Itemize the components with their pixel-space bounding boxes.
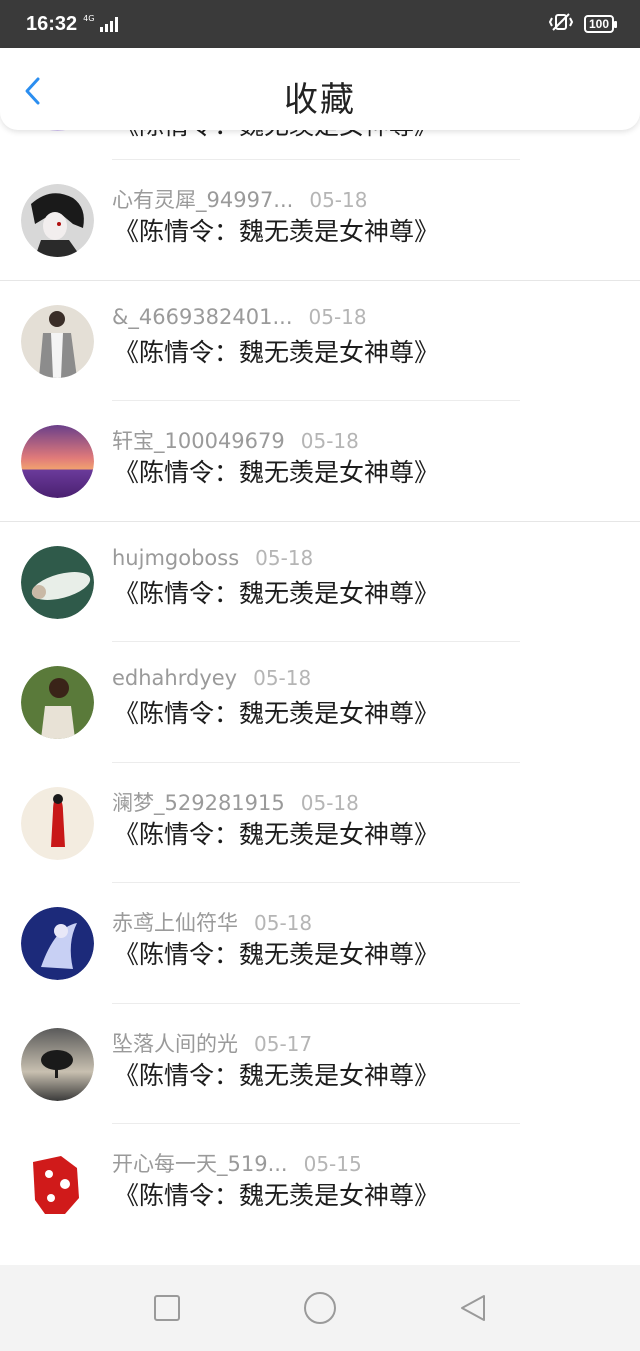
item-meta: 轩宝_100049679 05-18 — [112, 425, 359, 455]
avatar — [21, 786, 94, 860]
list-item[interactable]: 坠落人间的光 05-17 《陈情令：魏无羡是女神尊》 — [0, 1004, 640, 1124]
avatar — [21, 1027, 94, 1101]
item-meta: edhahrdyey 05-18 — [112, 666, 311, 690]
post-title: 《陈情令：魏无羡是女神尊》 — [114, 337, 440, 367]
item-meta: hujmgoboss 05-18 — [112, 546, 313, 570]
username[interactable]: 赤鸢上仙符华 — [112, 911, 238, 935]
square-icon — [153, 1295, 180, 1321]
date: 05-18 — [253, 666, 312, 690]
username[interactable]: hujmgoboss — [112, 546, 239, 570]
circle-icon — [303, 1292, 336, 1324]
post-title: 《陈情令：魏无羡是女神尊》 — [114, 217, 440, 246]
network-type: 4G — [83, 14, 95, 23]
post-title: 《陈情令：魏无羡是女神尊》 — [114, 819, 440, 849]
avatar — [21, 907, 94, 980]
username[interactable]: 坠落人间的光 — [112, 1032, 238, 1056]
app-header: 收藏 — [0, 48, 640, 130]
recents-button[interactable] — [147, 1288, 187, 1328]
item-meta: &_4669382401... 05-18 — [112, 305, 367, 329]
date: 05-18 — [255, 545, 314, 570]
username[interactable]: 澜梦_529281915 — [112, 791, 285, 815]
avatar — [21, 1148, 94, 1221]
status-left: 16:32 4G — [26, 12, 119, 36]
date: 05-18 — [309, 188, 368, 212]
post-title: 《陈情令：魏无羡是女神尊》 — [114, 578, 440, 608]
avatar — [21, 545, 94, 619]
post-title: 《陈情令：魏无羡是女神尊》 — [114, 458, 440, 487]
list-item[interactable]: &_4669382401... 05-18 《陈情令：魏无羡是女神尊》 — [0, 281, 640, 401]
date: 05-15 — [303, 1152, 362, 1176]
status-time: 16:32 — [26, 12, 78, 35]
username[interactable]: &_4669382401... — [112, 305, 293, 329]
item-meta: 赤鸢上仙符华 05-18 — [112, 907, 312, 937]
list-item[interactable]: 开心每一天_519... 05-15 《陈情令：魏无羡是女神尊》 — [0, 1124, 640, 1245]
date: 05-18 — [300, 429, 359, 453]
username[interactable]: edhahrdyey — [112, 666, 237, 690]
post-title: 《陈情令：魏无羡是女神尊》 — [114, 1060, 440, 1090]
item-meta: 坠落人间的光 05-17 — [112, 1028, 312, 1058]
post-title: 《陈情令：魏无羡是女神尊》 — [114, 699, 440, 728]
item-meta: 开心每一天_519... 05-15 — [112, 1148, 362, 1178]
date: 05-18 — [300, 790, 359, 815]
username[interactable]: 轩宝_100049679 — [112, 429, 285, 453]
avatar — [21, 184, 94, 257]
status-bar: 16:32 4G 100 — [0, 0, 640, 48]
triangle-back-icon — [461, 1295, 486, 1321]
list-item[interactable]: hujmgoboss 05-18 《陈情令：魏无羡是女神尊》 — [0, 522, 640, 642]
list-item[interactable]: edhahrdyey 05-18 《陈情令：魏无羡是女神尊》 — [0, 642, 640, 763]
list-item[interactable]: 心有灵犀_94997... 05-18 《陈情令：魏无羡是女神尊》 — [0, 160, 640, 281]
date: 05-18 — [254, 911, 313, 935]
page-title: 收藏 — [284, 80, 356, 120]
post-title: 《陈情令：魏无羡是女神尊》 — [114, 1181, 440, 1210]
username[interactable]: 心有灵犀_94997... — [112, 188, 293, 212]
status-right: 100 — [548, 12, 618, 36]
home-button[interactable] — [300, 1288, 340, 1328]
signal-icon — [100, 16, 119, 32]
avatar — [21, 666, 94, 739]
back-nav-button[interactable] — [453, 1288, 493, 1328]
item-meta: 心有灵犀_94997... 05-18 — [112, 184, 367, 214]
list-item[interactable]: 赤鸢上仙符华 05-18 《陈情令：魏无羡是女神尊》 — [0, 883, 640, 1004]
avatar — [21, 425, 94, 498]
date: 05-17 — [254, 1031, 313, 1056]
list-item[interactable]: 澜梦_529281915 05-18 《陈情令：魏无羡是女神尊》 — [0, 763, 640, 883]
post-title: 《陈情令：魏无羡是女神尊》 — [114, 940, 440, 969]
username[interactable]: 开心每一天_519... — [112, 1152, 288, 1176]
vibrate-icon — [548, 12, 574, 36]
list-item[interactable]: 轩宝_100049679 05-18 《陈情令：魏无羡是女神尊》 — [0, 401, 640, 522]
avatar — [21, 304, 94, 378]
favorites-list: 《陈情令：魏无羡是女神尊》 心有灵犀_94997... 05-18 《陈情令：魏无… — [0, 58, 640, 1245]
system-nav-bar — [0, 1265, 640, 1351]
battery-icon: 100 — [583, 15, 618, 33]
date: 05-18 — [308, 304, 367, 329]
item-meta: 澜梦_529281915 05-18 — [112, 787, 359, 817]
